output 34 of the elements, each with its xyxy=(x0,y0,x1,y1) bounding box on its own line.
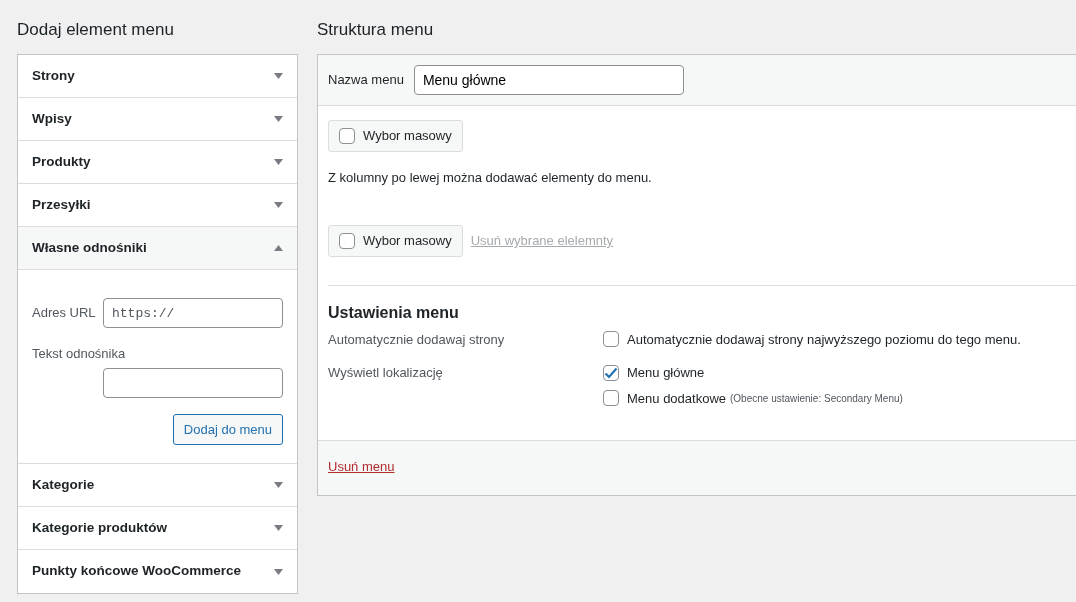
collapse-arrow-icon xyxy=(274,245,283,251)
expand-arrow-icon xyxy=(274,568,283,575)
section-title: Ustawienia menu xyxy=(328,302,460,322)
expand-arrow-icon xyxy=(274,116,283,122)
expand-arrow-icon xyxy=(274,159,283,165)
hint-text: Z kolumny po lewej można dodawać elementy do menu. xyxy=(328,168,652,187)
accordion-header[interactable]: Własne odnośniki xyxy=(18,227,297,270)
expand-arrow-icon xyxy=(274,73,283,79)
checkbox[interactable] xyxy=(603,331,619,348)
menu-name-field[interactable]: Menu główne xyxy=(413,65,684,95)
checkbox[interactable] xyxy=(603,390,619,407)
setting-label: Automatycznie dodawaj strony xyxy=(328,331,505,347)
setting-label: Wyświetl lokalizację xyxy=(328,365,443,381)
delete-menu-link[interactable]: Usuń menu xyxy=(328,459,395,475)
option-label: Menu główne xyxy=(627,364,705,383)
panel-title: Dodaj element menu xyxy=(17,19,174,41)
option-label: Automatycznie dodawaj strony najwyższego poziomu do tego menu. xyxy=(627,330,1021,349)
field-label: Adres URL xyxy=(32,304,96,323)
url-field[interactable]: https:// xyxy=(103,298,283,328)
field-label: Nazwa menu xyxy=(328,71,404,90)
checkbox[interactable] xyxy=(603,364,619,381)
checkbox[interactable] xyxy=(339,127,355,144)
option-label: Menu dodatkowe xyxy=(627,389,726,408)
option-note: (Obecne ustawienie: Secondary Menu) xyxy=(730,391,903,406)
field-label: Tekst odnośnika xyxy=(32,345,126,363)
expand-arrow-icon xyxy=(274,482,283,488)
expand-arrow-icon xyxy=(274,525,283,531)
bulk-select-control[interactable]: Wybor masowy xyxy=(328,225,463,257)
checkbox[interactable] xyxy=(339,232,355,249)
bulk-select-control[interactable]: Wybor masowy xyxy=(328,120,463,152)
link-text-field[interactable] xyxy=(103,367,283,398)
add-to-menu-button[interactable]: Dodaj do menu xyxy=(172,413,283,445)
panel-title: Struktura menu xyxy=(317,19,434,41)
expand-arrow-icon xyxy=(274,202,283,208)
